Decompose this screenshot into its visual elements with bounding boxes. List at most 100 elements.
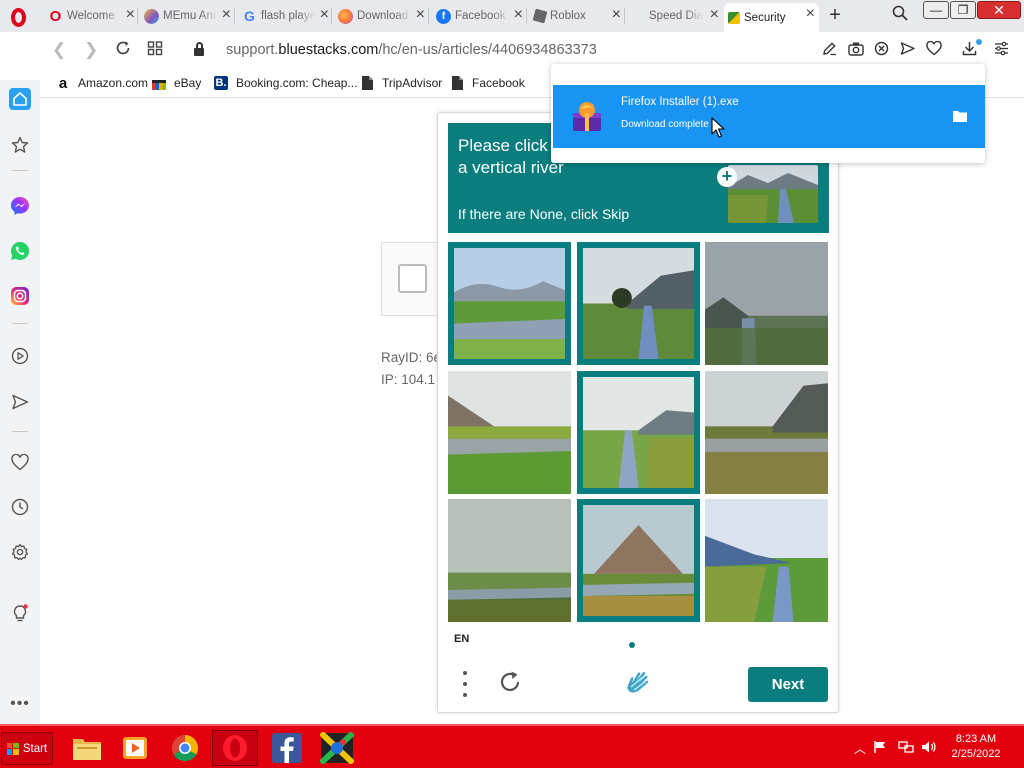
show-hidden-icons-icon[interactable]: ︿ xyxy=(854,740,866,757)
history-icon[interactable] xyxy=(9,496,31,518)
tab-title: Facebook xyxy=(455,10,506,22)
ray-id: RayID: 6e xyxy=(381,350,437,365)
example-image[interactable] xyxy=(728,165,818,223)
close-tab-icon[interactable]: × xyxy=(222,7,231,23)
bookmark-booking[interactable]: B. Booking.com: Cheap... xyxy=(214,76,357,90)
close-tab-icon[interactable]: × xyxy=(320,7,329,23)
hcaptcha-logo-icon[interactable] xyxy=(622,669,654,699)
facebook-icon[interactable] xyxy=(264,730,310,766)
close-tab-icon[interactable]: × xyxy=(126,7,135,23)
tile-6[interactable] xyxy=(705,371,828,494)
booking-icon: B. xyxy=(214,76,228,90)
bookmark-label: Facebook xyxy=(472,76,525,90)
tile-2[interactable] xyxy=(577,242,700,365)
start-label: Start xyxy=(22,742,48,755)
camera-icon[interactable] xyxy=(848,41,864,60)
back-icon[interactable]: ❮ xyxy=(52,40,66,60)
clock-date: 2/25/2022 xyxy=(951,748,1001,760)
volume-icon[interactable] xyxy=(921,740,937,757)
game-icon[interactable] xyxy=(314,730,360,766)
expand-example-icon[interactable]: + xyxy=(717,167,737,187)
verify-checkbox[interactable] xyxy=(398,264,427,293)
tile-5[interactable] xyxy=(577,371,700,494)
download-item[interactable]: Firefox Installer (1).exe Download compl… xyxy=(553,85,985,148)
menu-icon[interactable] xyxy=(462,671,468,697)
home-icon[interactable] xyxy=(9,88,31,110)
chrome-icon[interactable] xyxy=(162,730,208,766)
tab-security[interactable]: Security × xyxy=(724,3,819,32)
bookmarks-icon[interactable] xyxy=(9,134,31,156)
bookmark-ebay[interactable]: eBay xyxy=(152,76,201,90)
tile-9[interactable] xyxy=(705,499,828,622)
bookmark-label: TripAdvisor xyxy=(382,76,443,90)
roblox-icon xyxy=(532,8,548,24)
whatsapp-icon[interactable] xyxy=(9,240,31,262)
folder-icon[interactable] xyxy=(953,110,967,122)
instagram-icon[interactable] xyxy=(9,285,31,307)
settings-icon[interactable] xyxy=(9,541,31,563)
download-icon[interactable] xyxy=(962,41,977,60)
tab-roblox[interactable]: Roblox × xyxy=(530,4,625,28)
close-tab-icon[interactable]: × xyxy=(710,7,719,23)
reload-icon[interactable] xyxy=(115,40,131,61)
action-center-icon[interactable] xyxy=(874,740,888,757)
messenger-icon[interactable] xyxy=(9,195,31,217)
tile-7[interactable] xyxy=(448,499,571,622)
mouse-cursor-icon xyxy=(711,117,725,139)
bookmark-tripadvisor[interactable]: TripAdvisor xyxy=(360,76,442,90)
page-icon xyxy=(360,76,374,90)
flow-icon[interactable] xyxy=(9,391,31,413)
language-selector[interactable]: EN xyxy=(454,633,469,645)
tab-speed-dial[interactable]: Speed Dial × xyxy=(628,4,723,28)
tab-memu[interactable]: MEmu Andro × xyxy=(140,4,235,28)
close-tab-icon[interactable]: × xyxy=(806,6,815,22)
more-icon[interactable]: ••• xyxy=(9,693,31,715)
tile-3[interactable] xyxy=(705,242,828,365)
opera-icon[interactable] xyxy=(212,730,258,766)
downloads-popup: Firefox Installer (1).exe Download compl… xyxy=(551,64,985,163)
refresh-icon[interactable] xyxy=(498,670,522,694)
tile-4[interactable] xyxy=(448,371,571,494)
block-icon[interactable] xyxy=(874,41,889,60)
new-tab-icon[interactable]: + xyxy=(824,4,846,27)
tile-8[interactable] xyxy=(577,499,700,622)
tab-bar: O Welcome × MEmu Andro × G flash player … xyxy=(0,0,1024,32)
bookmark-facebook[interactable]: Facebook xyxy=(450,76,525,90)
google-icon: G xyxy=(244,8,255,24)
tab-title: Welcome xyxy=(67,10,115,22)
tab-welcome[interactable]: O Welcome × xyxy=(44,4,139,28)
start-button[interactable]: Start xyxy=(1,732,53,765)
close-tab-icon[interactable]: × xyxy=(612,7,621,23)
tab-title: Security xyxy=(744,11,786,24)
network-icon[interactable] xyxy=(898,740,914,757)
next-button[interactable]: Next xyxy=(748,667,828,702)
maximize-icon[interactable]: ❐ xyxy=(950,1,976,19)
media-player-icon[interactable] xyxy=(112,730,158,766)
url-field[interactable]: support.bluestacks.com/hc/en-us/articles… xyxy=(226,42,597,58)
close-tab-icon[interactable]: × xyxy=(416,7,425,23)
taskbar: Start ︿ 8:23 AM 2/25/2022 xyxy=(0,724,1024,768)
close-tab-icon[interactable]: × xyxy=(514,7,523,23)
edit-icon[interactable] xyxy=(822,41,837,60)
system-clock[interactable]: 8:23 AM 2/25/2022 xyxy=(944,732,1008,762)
opera-menu-icon[interactable] xyxy=(6,6,30,28)
file-explorer-icon[interactable] xyxy=(64,730,110,766)
tab-flash-player[interactable]: G flash player × xyxy=(238,4,333,28)
player-icon[interactable] xyxy=(9,345,31,367)
heart-icon[interactable] xyxy=(926,40,942,60)
close-window-icon[interactable]: ✕ xyxy=(977,1,1021,19)
lock-icon[interactable] xyxy=(193,42,205,56)
download-filename: Firefox Installer (1).exe xyxy=(621,96,739,108)
tile-1[interactable] xyxy=(448,242,571,365)
search-tabs-icon[interactable] xyxy=(892,5,908,26)
tab-download[interactable]: Download Firefox × xyxy=(334,4,429,28)
easy-setup-icon[interactable] xyxy=(994,41,1009,60)
minimize-icon[interactable]: — xyxy=(923,1,949,19)
tips-icon[interactable] xyxy=(9,603,31,625)
bookmark-amazon[interactable]: a Amazon.com xyxy=(56,75,148,92)
tab-facebook[interactable]: f Facebook × xyxy=(432,4,527,28)
tabs-grid-icon[interactable] xyxy=(147,40,163,61)
forward-icon[interactable]: ❯ xyxy=(84,40,98,60)
favorites-icon[interactable] xyxy=(9,451,31,473)
send-icon[interactable] xyxy=(900,41,915,60)
